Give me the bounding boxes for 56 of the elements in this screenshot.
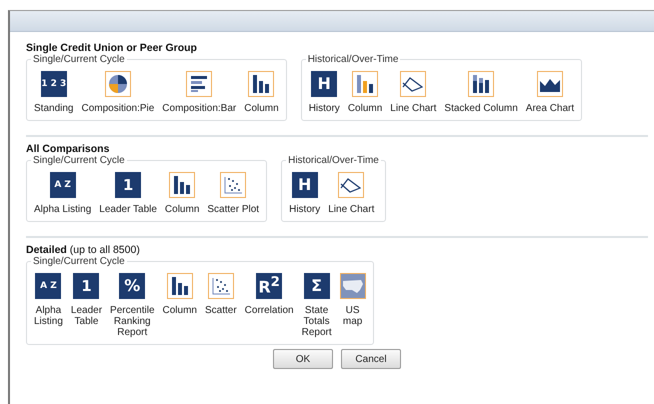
- group-legend: Single/Current Cycle: [31, 256, 127, 267]
- group-legend: Historical/Over-Time: [306, 54, 400, 65]
- report-type-label[interactable]: Alpha Listing: [34, 204, 92, 215]
- report-type-label[interactable]: US map: [342, 305, 362, 327]
- pie-chart-icon: [104, 71, 131, 97]
- scatter-plot-icon: [208, 273, 234, 299]
- section-title: Detailed (up to all 8500): [26, 244, 141, 256]
- report-type-label[interactable]: Column: [162, 305, 197, 316]
- sort-down-icon: A Z: [50, 172, 76, 198]
- sort-down-icon: 1: [73, 273, 100, 299]
- stacked-column-icon: [468, 71, 494, 97]
- cancel-button[interactable]: Cancel: [341, 349, 401, 369]
- letter-icon: Σ: [304, 273, 330, 299]
- column-chart-icon: [166, 273, 193, 299]
- column-chart-icon: [352, 71, 378, 97]
- line-chart-icon: [400, 71, 426, 97]
- sort-down-icon: A Z: [35, 273, 62, 299]
- numbered-grid-icon: 1 2 3: [40, 71, 67, 97]
- report-type-label[interactable]: Column: [348, 103, 382, 114]
- sort-down-icon: 1: [115, 172, 142, 198]
- area-chart-icon: [536, 71, 563, 97]
- scatter-plot-icon: [220, 172, 246, 198]
- report-type-label[interactable]: Scatter Plot: [207, 204, 260, 215]
- report-type-label[interactable]: Stacked Column: [444, 103, 518, 114]
- column-chart-icon: [169, 172, 196, 198]
- section-title: All Comparisons: [26, 143, 110, 155]
- group-legend: Single/Current Cycle: [31, 155, 127, 166]
- report-type-label[interactable]: History: [289, 204, 320, 215]
- report-type-label[interactable]: Composition:Pie: [81, 103, 154, 114]
- report-type-label[interactable]: Alpha Listing: [34, 305, 63, 327]
- line-chart-icon: [338, 172, 364, 198]
- group-legend: Historical/Over-Time: [286, 155, 381, 166]
- report-type-label[interactable]: Scatter: [204, 305, 237, 316]
- report-type-label[interactable]: Composition:Bar: [162, 103, 236, 114]
- letter-icon: R$^{2}$: [256, 273, 282, 299]
- report-type-label[interactable]: Column: [164, 204, 200, 215]
- report-type-label[interactable]: Line Chart: [390, 103, 436, 114]
- report-type-label[interactable]: Area Chart: [526, 103, 574, 114]
- report-type-label[interactable]: Percentile Ranking Report: [110, 305, 155, 338]
- report-type-label[interactable]: Line Chart: [328, 204, 374, 215]
- report-type-label[interactable]: Leader Table: [70, 305, 102, 327]
- letter-icon: %: [119, 273, 146, 299]
- group-legend: Single/Current Cycle: [31, 54, 127, 65]
- report-type-label[interactable]: State Totals Report: [302, 305, 332, 338]
- report-type-label[interactable]: Correlation: [244, 305, 294, 316]
- column-chart-icon: [248, 71, 274, 97]
- ok-button[interactable]: OK: [273, 349, 333, 369]
- report-type-label[interactable]: Column: [244, 103, 279, 114]
- letter-icon: H: [292, 172, 318, 198]
- report-type-label[interactable]: Leader Table: [99, 204, 157, 215]
- map-icon: [340, 273, 366, 299]
- bar-chart-icon: [186, 71, 212, 97]
- section-title: Single Credit Union or Peer Group: [26, 42, 198, 54]
- report-type-label[interactable]: History: [308, 103, 340, 114]
- letter-icon: H: [311, 71, 338, 97]
- report-type-label[interactable]: Standing: [34, 103, 74, 114]
